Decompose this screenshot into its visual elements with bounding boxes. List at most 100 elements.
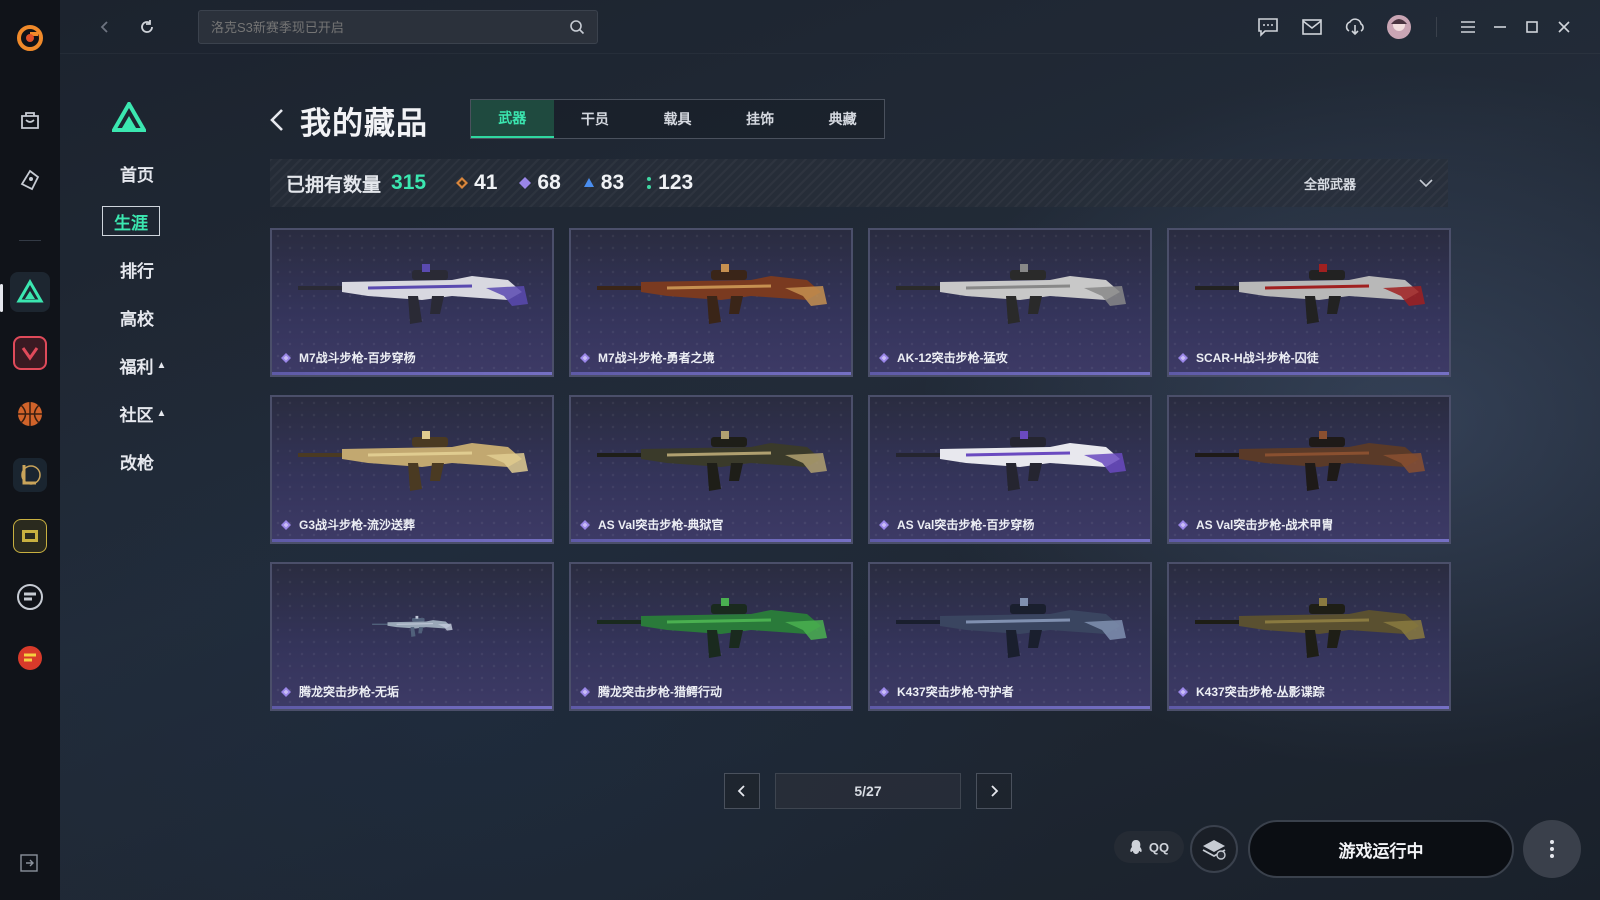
next-page-button[interactable]	[976, 773, 1012, 809]
weapon-image	[1195, 431, 1425, 491]
weapon-image	[597, 431, 827, 491]
qq-button[interactable]: QQ	[1114, 831, 1184, 863]
minimize-icon[interactable]	[1485, 12, 1515, 42]
nav-item-career[interactable]: 生涯	[102, 206, 160, 236]
basketball-icon[interactable]	[10, 394, 50, 434]
tab-charms[interactable]: 挂饰	[719, 100, 802, 138]
download-icon[interactable]	[1340, 12, 1370, 42]
valorant-icon[interactable]	[10, 333, 50, 373]
nav-item-welfare[interactable]: 福利 ▲	[108, 350, 178, 380]
rarity-diamond-icon	[879, 519, 889, 530]
item-label: M7战斗步枪-勇者之境	[580, 349, 715, 366]
nav-item-ranking[interactable]: 排行	[102, 254, 172, 284]
item-card[interactable]: M7战斗步枪-勇者之境	[569, 228, 853, 377]
app-logo-icon[interactable]	[10, 18, 50, 58]
layers-icon	[1202, 840, 1226, 860]
item-card[interactable]: AS Val突击步枪-百步穿杨	[868, 395, 1152, 544]
expand-sidebar-icon[interactable]	[18, 852, 40, 879]
tier-stat-green: 123	[646, 171, 693, 195]
layers-button[interactable]	[1190, 825, 1238, 873]
call-of-duty-icon[interactable]	[10, 516, 50, 556]
rarity-diamond-icon	[1178, 519, 1188, 530]
item-label: M7战斗步枪-百步穿杨	[281, 349, 416, 366]
chevron-up-icon: ▲	[156, 407, 167, 419]
menu-icon[interactable]	[1453, 12, 1483, 42]
tab-collection[interactable]: 典藏	[801, 100, 884, 138]
tier-stat-blue: 83	[583, 171, 624, 195]
weapon-image	[896, 264, 1126, 324]
item-card[interactable]: AS Val突击步枪-战术甲胄	[1167, 395, 1451, 544]
item-card[interactable]: G3战斗步枪-流沙送葬	[270, 395, 554, 544]
item-label: 腾龙突击步枪-无垢	[281, 683, 399, 700]
rarity-diamond-icon	[281, 519, 291, 530]
rarity-diamond-icon	[580, 352, 590, 363]
bag-icon[interactable]	[10, 100, 50, 140]
tier-stat-orange: 41	[456, 171, 497, 195]
item-card[interactable]: K437突击步枪-丛影谍踪	[1167, 562, 1451, 711]
nav-item-gun-mod[interactable]: 改枪	[102, 446, 172, 476]
item-name: K437突击步枪-丛影谍踪	[1196, 685, 1325, 699]
search-bar[interactable]	[198, 10, 598, 44]
weapon-filter-dropdown[interactable]: 全部武器	[1304, 159, 1434, 207]
page-header: 我的藏品	[268, 98, 428, 142]
more-options-button[interactable]	[1523, 820, 1581, 878]
nav-item-home[interactable]: 首页	[102, 158, 172, 188]
search-icon[interactable]	[569, 19, 585, 35]
item-card[interactable]: 腾龙突击步枪-无垢	[270, 562, 554, 711]
item-name: G3战斗步枪-流沙送葬	[299, 518, 416, 532]
item-name: AK-12突击步枪-猛攻	[897, 351, 1008, 365]
nav-item-community[interactable]: 社区 ▲	[108, 398, 178, 428]
tab-vehicles[interactable]: 载具	[636, 100, 719, 138]
nav-item-college[interactable]: 高校	[102, 302, 172, 332]
close-icon[interactable]	[1549, 12, 1579, 42]
back-arrow-icon[interactable]	[268, 107, 286, 133]
crossfire-hd-icon[interactable]	[10, 577, 50, 617]
rail-divider	[19, 240, 41, 241]
weapon-image	[896, 598, 1126, 658]
refresh-icon[interactable]	[132, 12, 162, 42]
item-card[interactable]: SCAR-H战斗步枪-囚徒	[1167, 228, 1451, 377]
item-card[interactable]: K437突击步枪-守护者	[868, 562, 1152, 711]
chat-icon[interactable]	[1253, 12, 1283, 42]
item-label: K437突击步枪-丛影谍踪	[1178, 683, 1325, 700]
tab-weapons[interactable]: 武器	[471, 100, 554, 138]
delta-force-icon[interactable]	[10, 272, 50, 312]
crossfire-icon[interactable]	[10, 638, 50, 678]
weapon-image	[372, 615, 453, 637]
mail-icon[interactable]	[1297, 12, 1327, 42]
maximize-icon[interactable]	[1517, 12, 1547, 42]
item-label: G3战斗步枪-流沙送葬	[281, 516, 415, 533]
game-running-button[interactable]: 游戏运行中	[1248, 820, 1514, 878]
league-icon[interactable]	[10, 455, 50, 495]
dot-green-icon	[647, 177, 652, 189]
owned-label: 已拥有数量	[286, 174, 382, 196]
back-icon[interactable]	[90, 12, 120, 42]
page-indicator[interactable]: 5/27	[775, 773, 961, 809]
item-label: SCAR-H战斗步枪-囚徒	[1178, 349, 1319, 366]
rarity-diamond-icon	[580, 686, 590, 697]
avatar[interactable]	[1384, 12, 1414, 42]
chevron-left-icon	[737, 785, 745, 797]
topbar-divider	[1436, 17, 1437, 37]
item-label: AS Val突击步枪-百步穿杨	[879, 516, 1034, 533]
item-label: AS Val突击步枪-典狱官	[580, 516, 723, 533]
weapon-image	[1195, 598, 1425, 658]
tab-operators[interactable]: 干员	[554, 100, 637, 138]
item-card[interactable]: M7战斗步枪-百步穿杨	[270, 228, 554, 377]
item-name: AS Val突击步枪-典狱官	[598, 518, 724, 532]
rail-active-indicator	[0, 284, 3, 312]
search-input[interactable]	[211, 19, 569, 35]
item-name: 腾龙突击步枪-猎鳄行动	[598, 685, 722, 699]
chevron-up-icon: ▲	[156, 359, 167, 371]
rarity-diamond-icon	[879, 686, 889, 697]
tag-icon[interactable]	[10, 160, 50, 200]
item-name: 腾龙突击步枪-无垢	[299, 685, 399, 699]
item-card[interactable]: AK-12突击步枪-猛攻	[868, 228, 1152, 377]
weapon-image	[896, 431, 1126, 491]
item-label: K437突击步枪-守护者	[879, 683, 1014, 700]
weapon-image	[597, 264, 827, 324]
item-card[interactable]: 腾龙突击步枪-猎鳄行动	[569, 562, 853, 711]
diamond-orange-icon	[456, 177, 469, 189]
item-card[interactable]: AS Val突击步枪-典狱官	[569, 395, 853, 544]
prev-page-button[interactable]	[724, 773, 760, 809]
